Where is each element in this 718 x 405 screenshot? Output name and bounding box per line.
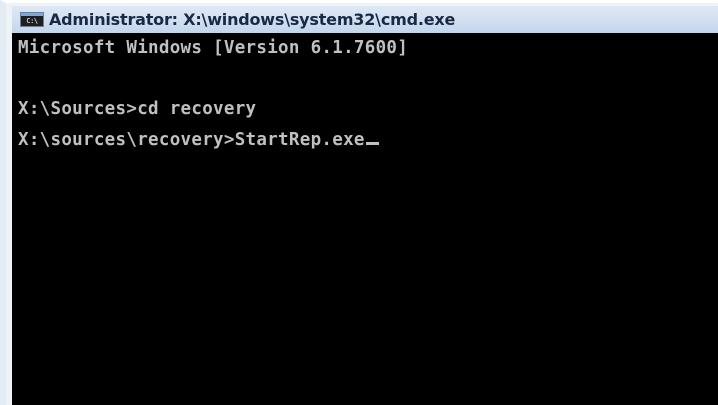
cmd-icon[interactable]: C:\ xyxy=(20,12,44,27)
console-line-startrep-command: X:\sources\recovery>StartRep.exe xyxy=(18,127,718,153)
console-line-cd-command: X:\Sources>cd recovery xyxy=(18,99,257,119)
text-cursor xyxy=(365,142,379,145)
console-line-version: Microsoft Windows [Version 6.1.7600] xyxy=(18,38,409,58)
console-output[interactable]: Microsoft Windows [Version 6.1.7600] X:\… xyxy=(12,33,718,405)
cmd-window: C:\ Administrator: X:\windows\system32\c… xyxy=(0,0,718,405)
console-prompt-command: X:\sources\recovery>StartRep.exe xyxy=(18,130,365,150)
title-bar[interactable]: C:\ Administrator: X:\windows\system32\c… xyxy=(12,6,718,33)
window-title: Administrator: X:\windows\system32\cmd.e… xyxy=(49,10,456,29)
cmd-icon-label: C:\ xyxy=(26,16,38,25)
